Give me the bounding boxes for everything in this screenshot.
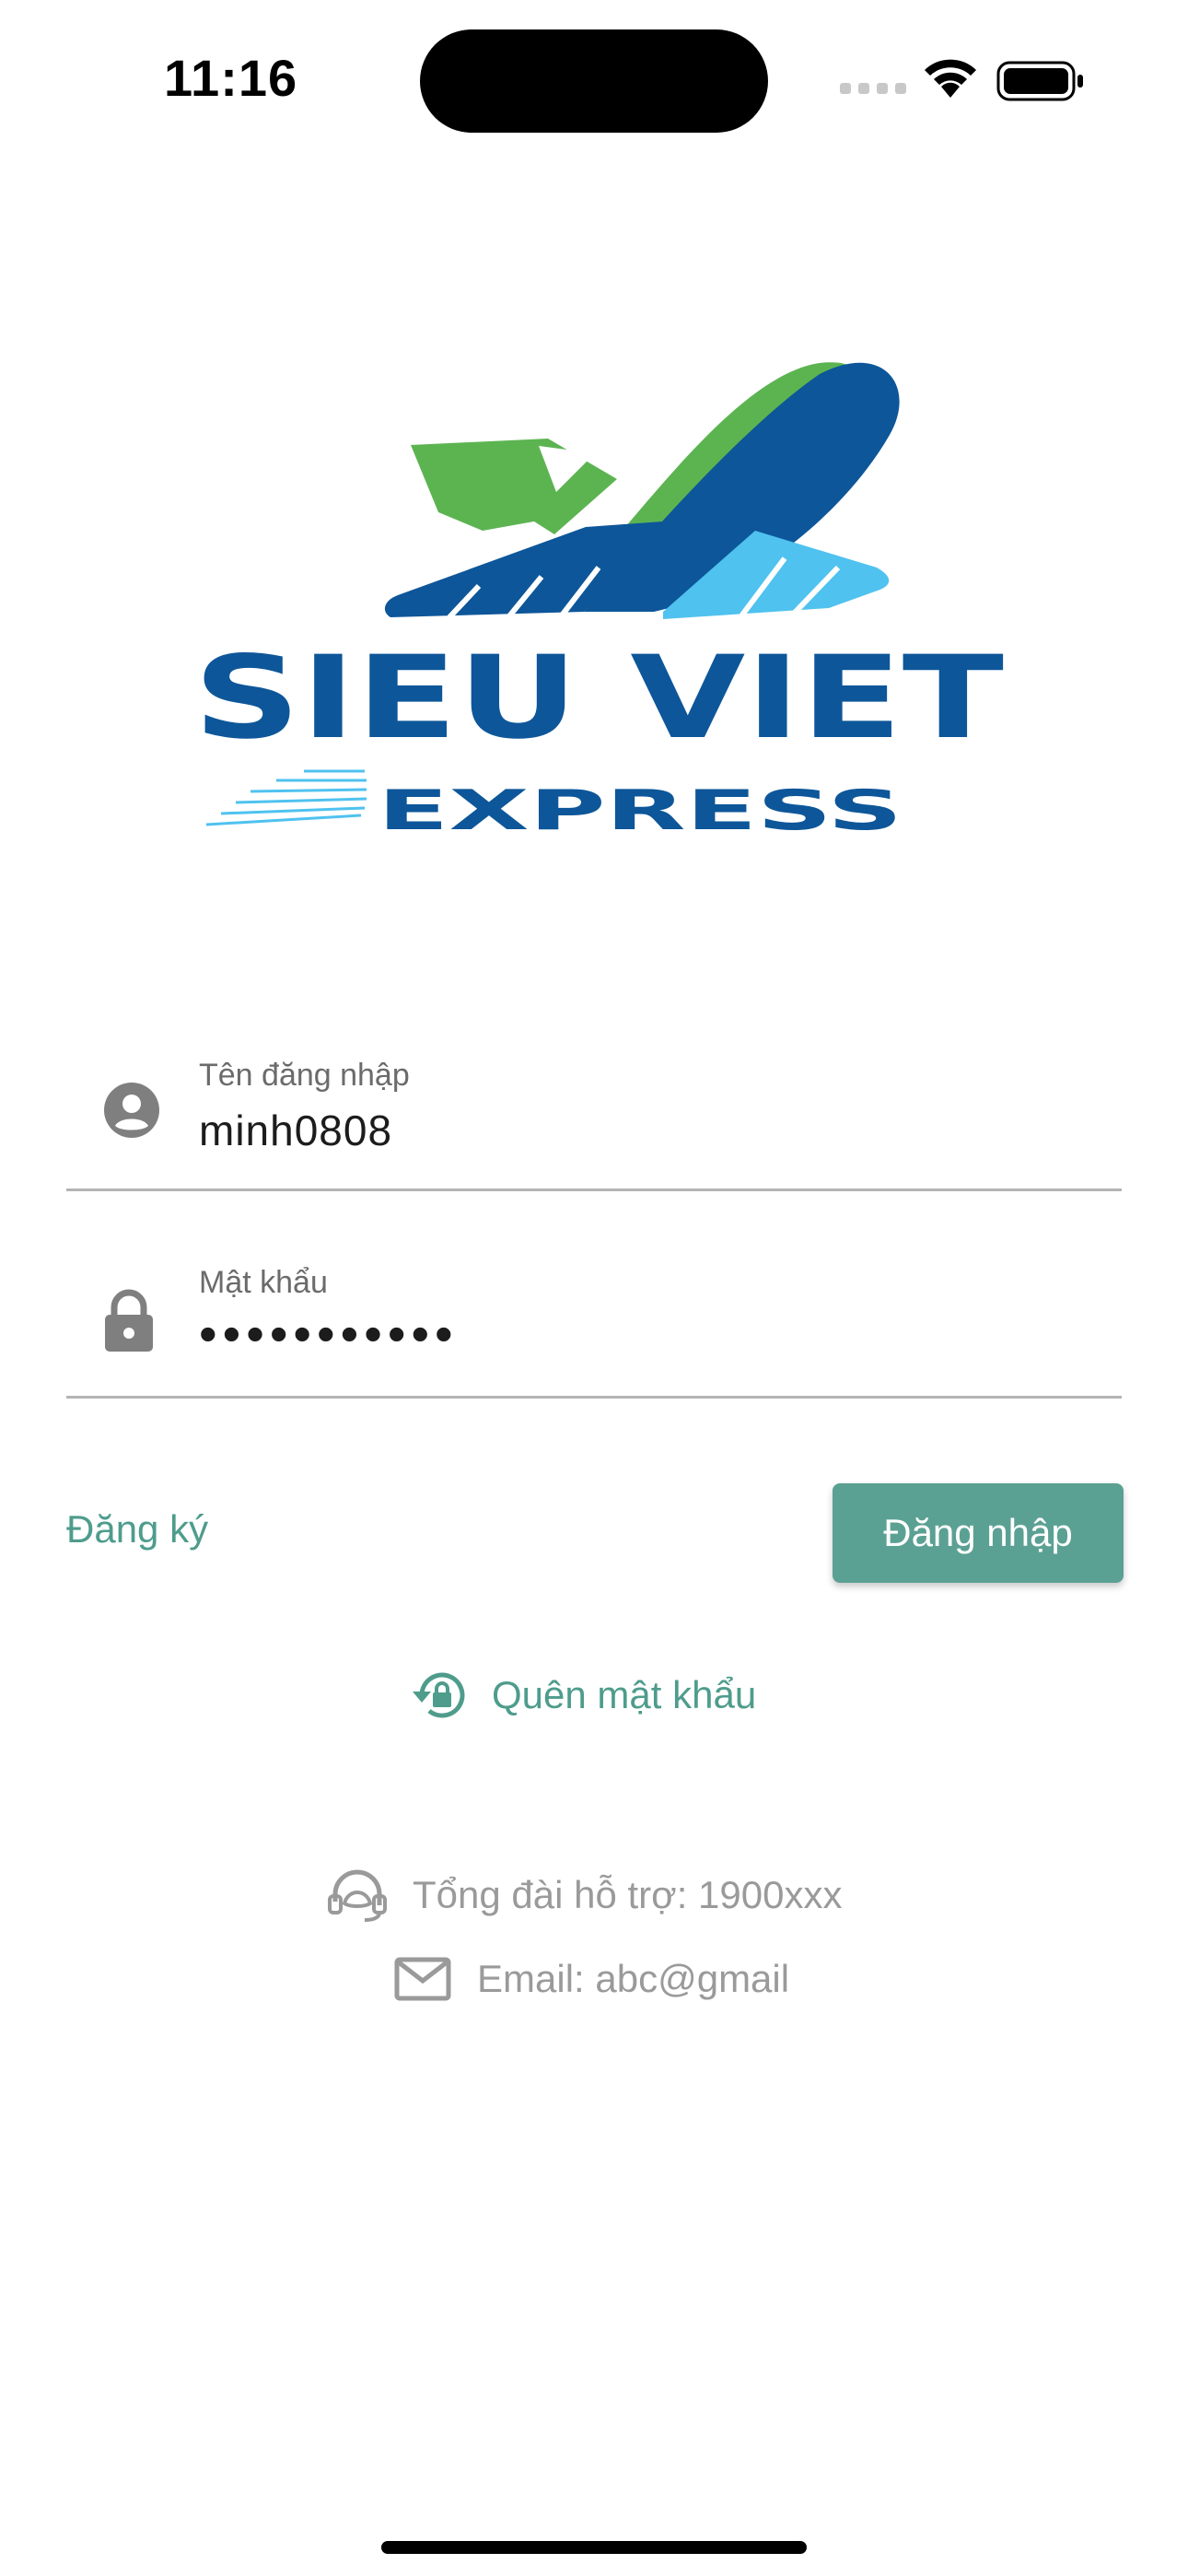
password-input[interactable]: •••••••••••: [199, 1304, 459, 1364]
cellular-signal-icon: [840, 83, 906, 94]
password-label: Mật khẩu: [199, 1265, 328, 1300]
sieu-viet-express-logo: SIEU VIET EXPRESS: [193, 362, 1004, 843]
register-link[interactable]: Đăng ký: [66, 1507, 208, 1551]
lock-reset-icon: [413, 1672, 465, 1718]
logo-brand-text: SIEU VIET: [193, 632, 1004, 765]
username-input[interactable]: minh0808: [199, 1106, 392, 1155]
headset-support-icon: [328, 1869, 387, 1922]
wifi-icon: [925, 59, 976, 98]
home-indicator[interactable]: [381, 2541, 807, 2554]
dynamic-island: [420, 29, 768, 133]
forgot-password-link[interactable]: Quên mật khẩu: [409, 1668, 756, 1723]
logo-tagline-text: EXPRESS: [378, 779, 903, 843]
support-hotline-text: Tổng đài hỗ trợ: 1900xxx: [413, 1873, 843, 1916]
username-label: Tên đăng nhập: [199, 1058, 410, 1093]
forgot-password-label: Quên mật khẩu: [492, 1673, 757, 1716]
status-time: 11:16: [164, 49, 298, 107]
login-button[interactable]: Đăng nhập: [833, 1483, 1124, 1583]
username-field[interactable]: Tên đăng nhập minh0808: [66, 1023, 1122, 1191]
account-circle-icon: [104, 1083, 159, 1138]
support-email[interactable]: Email: abc@gmail: [394, 1957, 789, 2001]
support-email-text: Email: abc@gmail: [477, 1957, 790, 2000]
mail-icon: [394, 1957, 451, 2001]
support-hotline[interactable]: Tổng đài hỗ trợ: 1900xxx: [328, 1868, 842, 1922]
password-field[interactable]: Mật khẩu •••••••••••: [66, 1230, 1122, 1399]
battery-icon: [996, 61, 1083, 101]
lock-icon: [105, 1289, 153, 1352]
